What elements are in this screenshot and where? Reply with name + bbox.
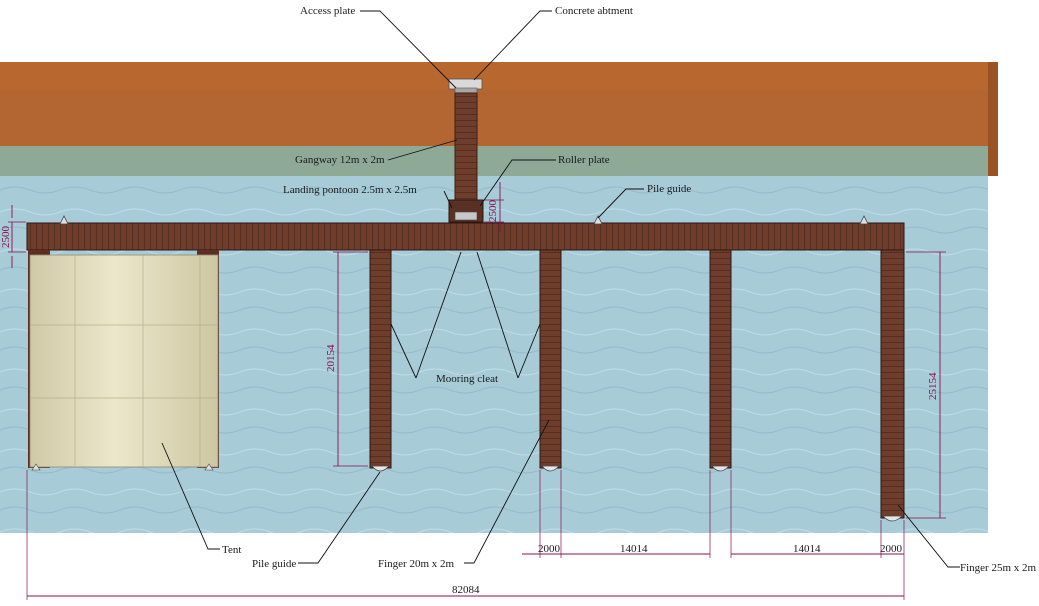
dim-finger-width-right: 2000	[880, 543, 903, 555]
label-finger-20: Finger 20m x 2m	[378, 558, 455, 570]
label-access-plate: Access plate	[300, 5, 355, 17]
label-concrete-abutment: Concrete abtment	[555, 5, 633, 17]
finger-2	[539, 249, 562, 469]
dim-landing-pontoon-depth: 2500	[487, 200, 499, 223]
label-pile-guide-top: Pile guide	[647, 183, 691, 195]
dim-finger-20-length: 20154	[325, 344, 337, 372]
dim-overall-length: 82084	[452, 584, 480, 596]
label-tent: Tent	[222, 544, 241, 556]
land-area	[0, 90, 998, 148]
land-strip	[0, 62, 998, 92]
label-pile-guide-bottom: Pile guide	[252, 558, 296, 570]
label-mooring-cleat: Mooring cleat	[436, 373, 498, 385]
label-finger-25: Finger 25m x 2m	[960, 562, 1037, 574]
finger-1	[369, 249, 392, 469]
main-walkway	[26, 222, 905, 251]
finger-4	[880, 249, 905, 519]
dim-finger-25-length: 25154	[927, 372, 939, 400]
dim-spacing-left: 14014	[620, 543, 648, 555]
tent	[28, 250, 219, 471]
roller-plate	[454, 211, 478, 221]
finger-3	[709, 249, 732, 469]
bank-slope	[0, 146, 988, 176]
label-landing-pontoon: Landing pontoon 2.5m x 2.5m	[283, 184, 417, 196]
marina-layout-diagram: Access plate Concrete abtment Gangway 12…	[0, 0, 1039, 606]
dim-finger-width-left: 2000	[538, 543, 561, 555]
label-gangway: Gangway 12m x 2m	[295, 154, 385, 166]
label-roller-plate: Roller plate	[558, 154, 610, 166]
land-edge	[988, 62, 998, 176]
dim-spacing-right: 14014	[793, 543, 821, 555]
dim-main-pontoon-width: 2500	[0, 226, 12, 249]
